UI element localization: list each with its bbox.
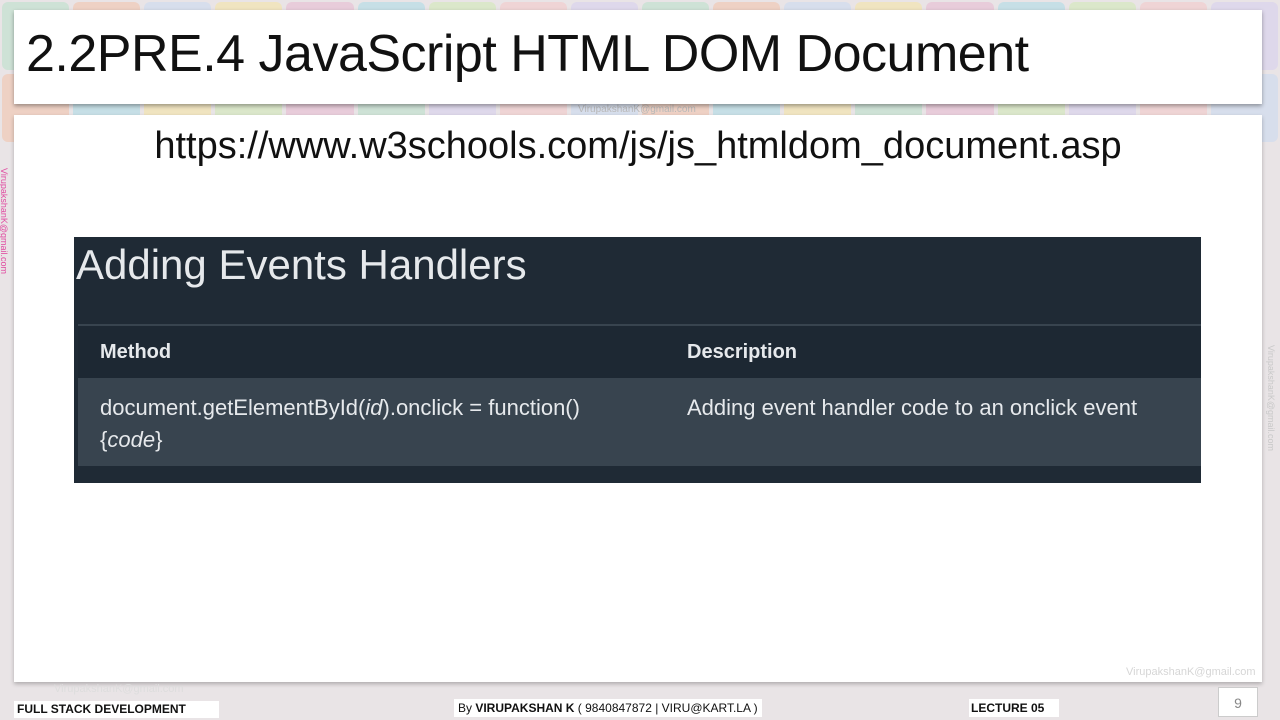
watermark-right: VirupakshanK@gmail.com xyxy=(1266,345,1276,452)
footer-lecture: LECTURE 05 xyxy=(969,699,1059,717)
method-brace-close: } xyxy=(155,427,163,452)
panel-heading: Adding Events Handlers xyxy=(76,241,527,288)
slide-title-bar: 2.2PRE.4 JavaScript HTML DOM Document xyxy=(14,10,1262,104)
slide-content: https://www.w3schools.com/js/js_htmldom_… xyxy=(14,115,1262,682)
method-arg-id: id xyxy=(365,395,383,420)
footer-course: FULL STACK DEVELOPMENT xyxy=(14,701,219,718)
method-text-pre: document.getElementById( xyxy=(100,395,366,420)
screenshot-panel: Adding Events Handlers Method Descriptio… xyxy=(74,237,1201,483)
footer-author: By VIRUPAKSHAN K ( 9840847872 | VIRU@KAR… xyxy=(454,699,762,717)
footer-author-name: VIRUPAKSHAN K xyxy=(475,701,575,715)
column-header-description: Description xyxy=(687,341,798,363)
method-cell: document.getElementById(id).onclick = fu… xyxy=(100,392,660,456)
watermark-bottom-right: VirupakshanK@gmail.com xyxy=(1126,666,1256,678)
description-cell: Adding event handler code to an onclick … xyxy=(687,395,1138,420)
reference-url[interactable]: https://www.w3schools.com/js/js_htmldom_… xyxy=(14,125,1262,168)
method-text-post: ).onclick = function() xyxy=(382,395,580,420)
column-header-method: Method xyxy=(100,341,172,363)
slide-title: 2.2PRE.4 JavaScript HTML DOM Document xyxy=(26,25,1029,83)
footer-email: VirupakshanK@gmail.com xyxy=(54,683,184,695)
footer-by: By xyxy=(458,701,476,715)
watermark-top: VirupakshanK@gmail.com xyxy=(578,104,696,115)
watermark-left: VirupakshanK@gmail.com xyxy=(0,168,9,275)
table-row: document.getElementById(id).onclick = fu… xyxy=(78,378,1201,466)
page-number: 9 xyxy=(1218,687,1258,717)
table-header: Method Description xyxy=(78,326,1201,378)
methods-table: Method Description document.getElementBy… xyxy=(78,324,1201,466)
method-arg-code: code xyxy=(107,427,156,452)
footer-contact: ( 9840847872 | VIRU@KART.LA ) xyxy=(574,701,758,715)
